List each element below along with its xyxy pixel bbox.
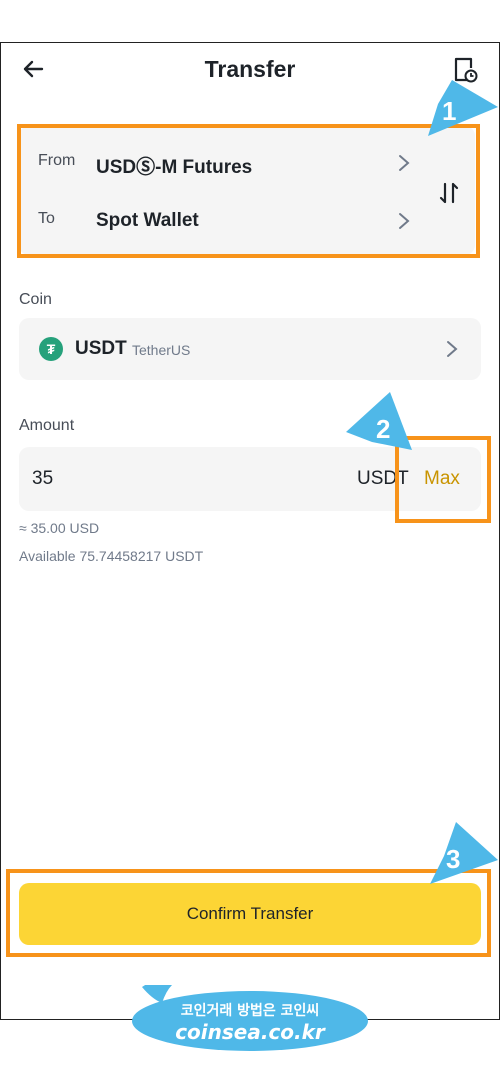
available-balance: Available 75.74458217 USDT: [19, 548, 204, 564]
svg-text:코인거래 방법은 코인씨: 코인거래 방법은 코인씨: [181, 1002, 320, 1019]
page-title: Transfer: [204, 56, 296, 82]
coin-label: Coin: [19, 291, 52, 308]
callout-number-2: 2: [376, 414, 391, 444]
amount-label: Amount: [19, 417, 75, 434]
tether-logo-icon: ₮: [39, 337, 63, 361]
callout-arrow-1-icon: [428, 80, 498, 136]
coin-symbol: USDT: [75, 338, 127, 359]
amount-value[interactable]: 35: [32, 468, 53, 490]
coinsea-watermark-logo: 코인거래 방법은 코인씨 coinsea.co.kr: [132, 985, 368, 1051]
callout-number-1: 1: [442, 96, 457, 126]
svg-text:coinsea.co.kr: coinsea.co.kr: [175, 1020, 326, 1044]
callout-arrow-3-icon: [430, 822, 498, 884]
coin-name: TetherUS: [132, 342, 191, 358]
highlight-box-1: [17, 124, 480, 258]
callout-number-3: 3: [446, 844, 461, 874]
highlight-box-3: [6, 869, 491, 957]
chevron-right-icon: [447, 341, 458, 357]
coin-select[interactable]: ₮ USDT TetherUS: [19, 318, 481, 380]
approx-usd-value: ≈ 35.00 USD: [19, 520, 100, 536]
